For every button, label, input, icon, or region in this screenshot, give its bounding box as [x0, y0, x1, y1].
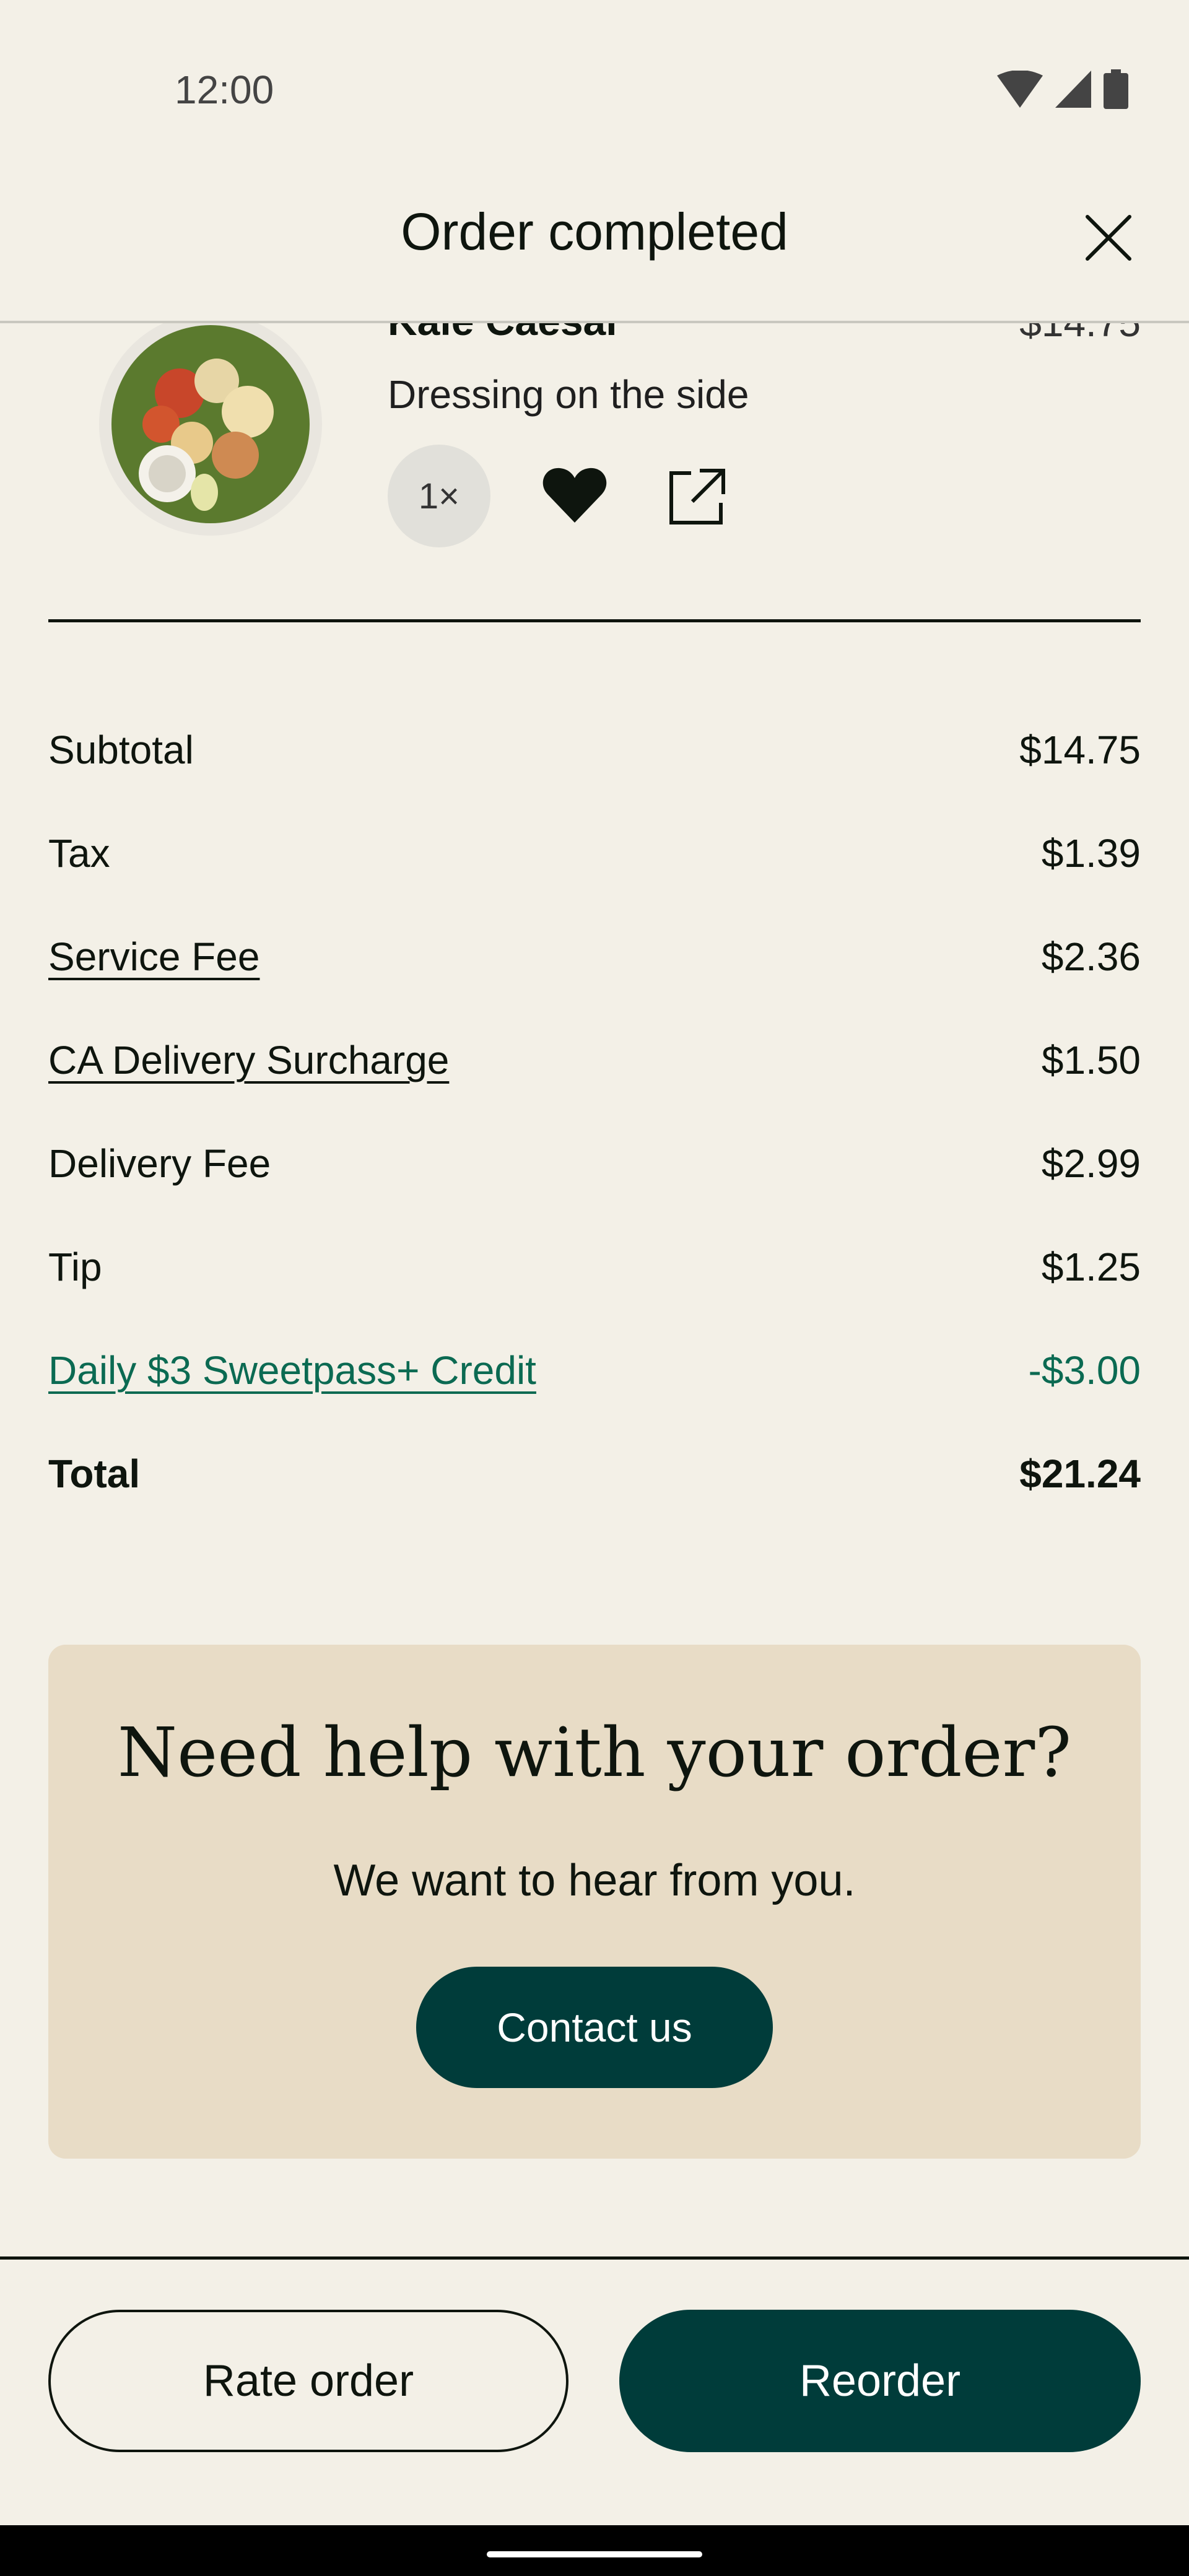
help-title: Need help with your order? — [117, 1713, 1072, 1792]
item-description: Dressing on the side — [388, 372, 749, 417]
tip-value: $1.25 — [1041, 1245, 1141, 1289]
summary-row-subtotal: Subtotal $14.75 — [48, 727, 1141, 773]
service-fee-value: $2.36 — [1041, 934, 1141, 979]
subtotal-label: Subtotal — [48, 728, 194, 772]
subtotal-value: $14.75 — [1019, 728, 1141, 772]
help-card: Need help with your order? We want to he… — [48, 1645, 1141, 2159]
heart-icon — [542, 468, 607, 523]
summary-row-tip: Tip $1.25 — [48, 1244, 1141, 1290]
status-time: 12:00 — [175, 67, 274, 112]
delivery-fee-label: Delivery Fee — [48, 1141, 271, 1186]
delivery-fee-value: $2.99 — [1041, 1141, 1141, 1186]
header: Order completed — [0, 155, 1189, 323]
sweetpass-credit-link[interactable]: Daily $3 Sweetpass+ Credit — [48, 1347, 536, 1393]
total-value: $21.24 — [1019, 1451, 1141, 1496]
total-label: Total — [48, 1451, 141, 1496]
quantity-badge: 1× — [388, 445, 490, 547]
reorder-button[interactable]: Reorder — [619, 2310, 1141, 2452]
tax-label: Tax — [48, 831, 110, 876]
share-icon — [669, 469, 725, 524]
battery-icon — [1104, 69, 1128, 109]
close-icon — [1086, 215, 1131, 261]
sweetpass-credit-value: -$3.00 — [1028, 1348, 1141, 1393]
summary-row-total: Total $21.24 — [48, 1451, 1141, 1497]
summary-row-tax: Tax $1.39 — [48, 830, 1141, 876]
bottom-divider — [0, 2256, 1189, 2260]
tax-value: $1.39 — [1041, 831, 1141, 876]
divider — [48, 619, 1141, 622]
status-icons — [997, 69, 1128, 109]
close-button[interactable] — [1078, 207, 1139, 269]
summary-row-delivery-fee: Delivery Fee $2.99 — [48, 1141, 1141, 1186]
tip-label: Tip — [48, 1245, 102, 1289]
delivery-surcharge-value: $1.50 — [1041, 1038, 1141, 1082]
page-title: Order completed — [401, 202, 788, 261]
wifi-icon — [997, 71, 1043, 108]
cell-signal-icon — [1055, 71, 1091, 108]
contact-us-button[interactable]: Contact us — [416, 1967, 773, 2088]
home-handle[interactable] — [487, 2551, 702, 2557]
summary-row-delivery-surcharge: CA Delivery Surcharge $1.50 — [48, 1037, 1141, 1083]
service-fee-link[interactable]: Service Fee — [48, 934, 259, 980]
delivery-surcharge-link[interactable]: CA Delivery Surcharge — [48, 1037, 449, 1083]
navigation-bar — [0, 2525, 1189, 2576]
share-button[interactable] — [666, 466, 728, 528]
kale-caesar-image — [99, 313, 322, 536]
rate-order-button[interactable]: Rate order — [48, 2310, 568, 2452]
summary-row-credit: Daily $3 Sweetpass+ Credit -$3.00 — [48, 1347, 1141, 1393]
favorite-button[interactable] — [542, 466, 607, 525]
summary-row-service-fee: Service Fee $2.36 — [48, 934, 1141, 980]
help-subtitle: We want to hear from you. — [333, 1856, 856, 1905]
